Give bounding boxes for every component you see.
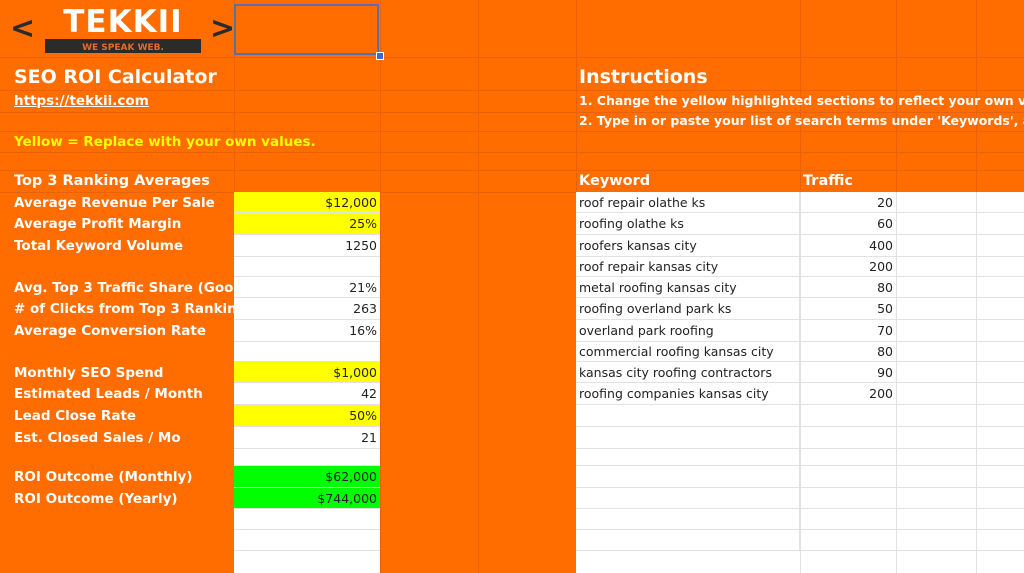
traffic-cell[interactable]: 20: [800, 192, 896, 213]
row-label: Total Keyword Volume: [14, 238, 183, 254]
empty-cell[interactable]: [896, 298, 1024, 320]
fill-handle[interactable]: [376, 52, 384, 60]
row-label: Average Revenue Per Sale: [14, 194, 215, 211]
empty-cell[interactable]: [896, 342, 1024, 362]
keyword-cell[interactable]: [576, 530, 800, 551]
keyword-cell[interactable]: roofing olathe ks: [576, 213, 800, 235]
traffic-cell[interactable]: [800, 449, 896, 466]
empty-cell[interactable]: [896, 449, 1024, 466]
empty-cell[interactable]: [896, 488, 1024, 509]
revenue-per-sale-input[interactable]: $12,000: [234, 192, 380, 213]
traffic-share-cell[interactable]: 21%: [234, 277, 380, 298]
keyword-cell[interactable]: roof repair olathe ks: [576, 192, 800, 213]
closed-sales-cell[interactable]: 21: [234, 427, 380, 449]
row-label: Avg. Top 3 Traffic Share (Google): [14, 279, 264, 296]
keyword-cell[interactable]: [576, 488, 800, 509]
empty-cell[interactable]: [896, 405, 1024, 427]
conversion-rate-cell[interactable]: 16%: [234, 320, 380, 342]
selected-cell[interactable]: [234, 4, 379, 55]
traffic-cell[interactable]: 70: [800, 320, 896, 342]
traffic-cell[interactable]: [800, 427, 896, 449]
empty-cell[interactable]: [896, 257, 1024, 277]
website-link[interactable]: https://tekkii.com: [14, 92, 149, 110]
empty-cell[interactable]: [896, 213, 1024, 235]
traffic-cell[interactable]: 80: [800, 342, 896, 362]
traffic-header: Traffic: [803, 173, 853, 189]
svg-text:>: >: [210, 11, 235, 46]
empty-cell[interactable]: [896, 383, 1024, 405]
empty-cell[interactable]: [896, 427, 1024, 449]
traffic-cell[interactable]: 50: [800, 298, 896, 320]
row-label: Monthly SEO Spend: [14, 364, 164, 381]
empty-cell[interactable]: [896, 530, 1024, 551]
keyword-cell[interactable]: [576, 509, 800, 530]
traffic-cell[interactable]: 90: [800, 362, 896, 383]
instruction-step: 2. Type in or paste your list of search …: [579, 113, 1024, 128]
tekkii-logo: < > TEKKII WE SPEAK WEB.: [10, 4, 235, 53]
keyword-cell[interactable]: roofing overland park ks: [576, 298, 800, 320]
row-label: Estimated Leads / Month: [14, 386, 203, 402]
svg-text:TEKKII: TEKKII: [63, 4, 182, 40]
leads-cell[interactable]: 42: [234, 383, 380, 405]
instruction-step: 1. Change the yellow highlighted section…: [579, 93, 1024, 108]
empty-cell[interactable]: [896, 466, 1024, 488]
keyword-header: Keyword: [579, 173, 651, 189]
empty-cell[interactable]: [896, 192, 1024, 213]
keyword-cell[interactable]: [576, 427, 800, 449]
empty-cell[interactable]: [234, 530, 380, 551]
keyword-cell[interactable]: overland park roofing: [576, 320, 800, 342]
traffic-cell[interactable]: [800, 466, 896, 488]
roi-monthly-cell[interactable]: $62,000: [234, 466, 380, 488]
row-label: Average Profit Margin: [14, 216, 182, 232]
svg-text:WE SPEAK WEB.: WE SPEAK WEB.: [82, 43, 164, 53]
empty-cell[interactable]: [896, 277, 1024, 298]
row-label: ROI Outcome (Monthly): [14, 469, 193, 485]
keyword-cell[interactable]: roofers kansas city: [576, 235, 800, 257]
keyword-cell[interactable]: [576, 405, 800, 427]
traffic-cell[interactable]: 400: [800, 235, 896, 257]
profit-margin-input[interactable]: 25%: [234, 213, 380, 235]
traffic-cell[interactable]: 200: [800, 383, 896, 405]
traffic-cell[interactable]: 200: [800, 257, 896, 277]
empty-cell[interactable]: [896, 235, 1024, 257]
empty-cell[interactable]: [234, 257, 380, 277]
keyword-volume-cell[interactable]: 1250: [234, 235, 380, 257]
traffic-cell[interactable]: 60: [800, 213, 896, 235]
empty-cell[interactable]: [896, 320, 1024, 342]
clicks-cell[interactable]: 263: [234, 298, 380, 320]
empty-cell[interactable]: [234, 449, 380, 466]
traffic-cell[interactable]: 80: [800, 277, 896, 298]
keyword-cell[interactable]: roofing companies kansas city: [576, 383, 800, 405]
row-label: # of Clicks from Top 3 Ranking: [14, 301, 247, 317]
empty-cell[interactable]: [896, 509, 1024, 530]
keyword-cell[interactable]: [576, 449, 800, 466]
keyword-cell[interactable]: [576, 466, 800, 488]
row-label: Est. Closed Sales / Mo: [14, 430, 181, 446]
calculator-title: SEO ROI Calculator: [14, 66, 217, 88]
keyword-cell[interactable]: kansas city roofing contractors: [576, 362, 800, 383]
traffic-cell[interactable]: [800, 488, 896, 509]
row-label: Lead Close Rate: [14, 408, 137, 424]
empty-cell[interactable]: [896, 362, 1024, 383]
yellow-note: Yellow = Replace with your own values.: [14, 134, 316, 150]
instructions-title: Instructions: [579, 66, 708, 88]
empty-cell[interactable]: [234, 509, 380, 530]
keyword-cell[interactable]: commercial roofing kansas city: [576, 342, 800, 362]
row-label: ROI Outcome (Yearly): [14, 490, 178, 507]
close-rate-input[interactable]: 50%: [234, 405, 380, 427]
row-label: Average Conversion Rate: [14, 323, 206, 339]
traffic-cell[interactable]: [800, 509, 896, 530]
keyword-cell[interactable]: metal roofing kansas city: [576, 277, 800, 298]
empty-cell[interactable]: [234, 342, 380, 362]
traffic-cell[interactable]: [800, 405, 896, 427]
traffic-cell[interactable]: [800, 530, 896, 551]
roi-yearly-cell[interactable]: $744,000: [234, 488, 380, 509]
section-title: Top 3 Ranking Averages: [14, 173, 210, 189]
svg-text:<: <: [10, 11, 35, 46]
seo-spend-input[interactable]: $1,000: [234, 362, 380, 383]
keyword-cell[interactable]: roof repair kansas city: [576, 257, 800, 277]
